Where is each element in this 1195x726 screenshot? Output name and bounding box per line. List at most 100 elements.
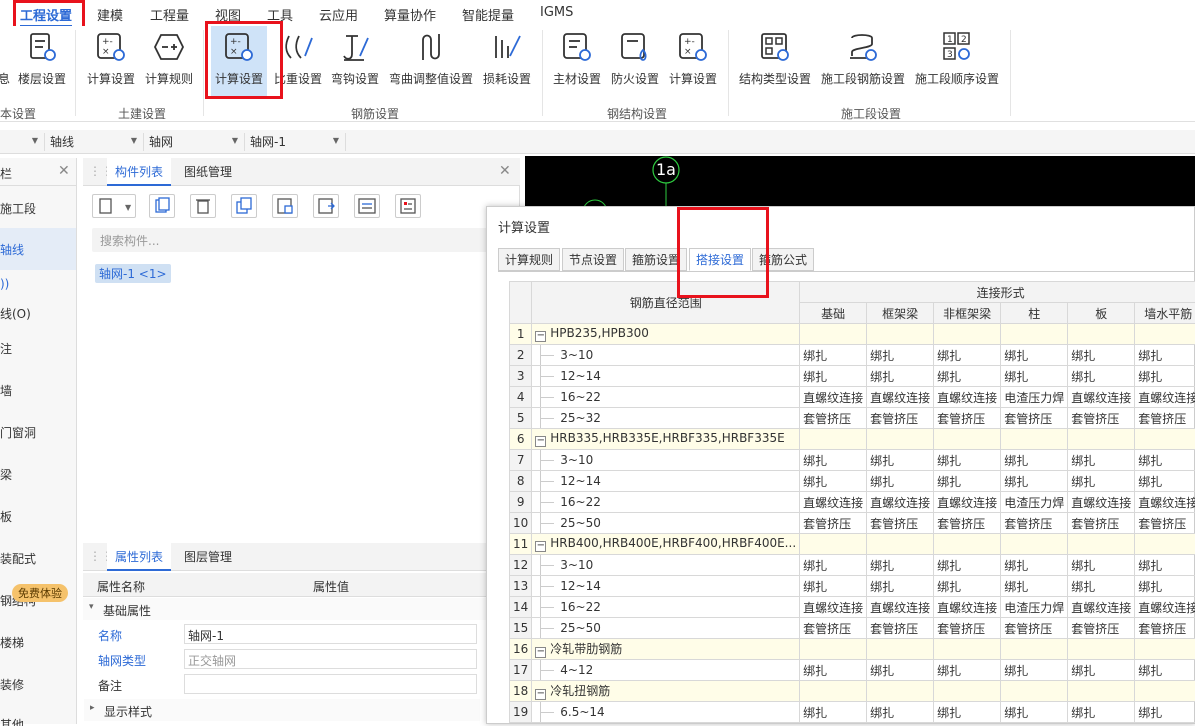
nav-item-column[interactable]: 注 <box>0 340 76 360</box>
connection-type-cell[interactable] <box>1001 429 1068 450</box>
table-row[interactable]: 23~10绑扎绑扎绑扎绑扎绑扎绑扎 <box>510 345 1195 366</box>
connection-type-cell[interactable] <box>867 639 934 660</box>
tab-drawing-management[interactable]: 图纸管理 <box>176 158 240 186</box>
connection-type-cell[interactable]: 绑扎 <box>1135 660 1195 681</box>
civil-calc-settings-button[interactable]: +-× 计算设置 <box>84 26 138 98</box>
connection-type-cell[interactable] <box>1135 639 1195 660</box>
connection-type-cell[interactable]: 直螺纹连接 <box>934 597 1001 618</box>
connection-type-cell[interactable] <box>1135 534 1195 555</box>
menu-smart-extract[interactable]: 智能提量 <box>462 5 514 24</box>
connection-type-cell[interactable]: 绑扎 <box>867 555 934 576</box>
connection-type-cell[interactable]: 绑扎 <box>1135 366 1195 387</box>
connection-type-cell[interactable]: 套管挤压 <box>934 513 1001 534</box>
structure-type-settings-button[interactable]: 结构类型设置 <box>737 26 813 98</box>
connection-type-cell[interactable]: 套管挤压 <box>867 513 934 534</box>
connection-type-cell[interactable]: 绑扎 <box>800 576 867 597</box>
tab-calc-rules[interactable]: 计算规则 <box>498 248 560 271</box>
connection-type-cell[interactable] <box>1068 429 1135 450</box>
connection-type-cell[interactable]: 直螺纹连接 <box>1068 387 1135 408</box>
connection-type-cell[interactable]: 绑扎 <box>934 702 1001 723</box>
table-row[interactable]: 174~12绑扎绑扎绑扎绑扎绑扎绑扎 <box>510 660 1195 681</box>
connection-type-cell[interactable]: 绑扎 <box>1135 576 1195 597</box>
connection-type-cell[interactable]: 套管挤压 <box>1068 618 1135 639</box>
stage-rebar-settings-button[interactable]: 施工段钢筋设置 <box>818 26 908 98</box>
loss-settings-button[interactable]: 损耗设置 <box>480 26 534 98</box>
connection-type-cell[interactable] <box>800 429 867 450</box>
group-label-cell[interactable]: −冷轧带肋钢筋 <box>532 639 800 660</box>
connection-type-cell[interactable]: 绑扎 <box>800 471 867 492</box>
connection-type-cell[interactable] <box>1135 681 1195 702</box>
connection-type-cell[interactable]: 绑扎 <box>934 450 1001 471</box>
group-label-cell[interactable]: −HRB335,HRB335E,HRBF335,HRBF335E <box>532 429 800 450</box>
export-button[interactable] <box>313 194 339 218</box>
diameter-range-cell[interactable]: 25~50 <box>532 618 800 639</box>
connection-type-cell[interactable]: 绑扎 <box>1001 576 1068 597</box>
table-row[interactable]: 1312~14绑扎绑扎绑扎绑扎绑扎绑扎 <box>510 576 1195 597</box>
tab-node-settings[interactable]: 节点设置 <box>562 248 624 271</box>
table-row[interactable]: 16−冷轧带肋钢筋 <box>510 639 1195 660</box>
connection-type-cell[interactable] <box>1068 639 1135 660</box>
connection-type-cell[interactable]: 绑扎 <box>800 660 867 681</box>
property-section-basic[interactable]: ▾ 基础属性 <box>83 598 520 620</box>
nav-item-axis[interactable]: 轴线 <box>0 228 76 270</box>
connection-type-cell[interactable] <box>1001 324 1068 345</box>
close-icon[interactable]: ✕ <box>58 163 70 179</box>
table-row[interactable]: 1416~22直螺纹连接直螺纹连接直螺纹连接电渣压力焊直螺纹连接直螺纹连接 <box>510 597 1195 618</box>
connection-type-cell[interactable]: 套管挤压 <box>800 408 867 429</box>
property-value-input[interactable]: 正交轴网 <box>184 649 477 669</box>
floor-dropdown[interactable]: ▼ <box>0 133 45 151</box>
connection-type-cell[interactable]: 绑扎 <box>867 660 934 681</box>
connection-type-cell[interactable]: 电渣压力焊 <box>1001 492 1068 513</box>
connection-type-cell[interactable]: 直螺纹连接 <box>934 492 1001 513</box>
calc-rules-button[interactable]: 计算规则 <box>142 26 196 98</box>
connection-type-cell[interactable]: 绑扎 <box>1068 555 1135 576</box>
connection-type-cell[interactable]: 绑扎 <box>1135 345 1195 366</box>
collapse-icon[interactable]: − <box>535 541 546 552</box>
connection-type-cell[interactable] <box>867 429 934 450</box>
diameter-range-cell[interactable]: 3~10 <box>532 555 800 576</box>
diameter-range-cell[interactable]: 25~50 <box>532 513 800 534</box>
connection-type-cell[interactable]: 绑扎 <box>867 471 934 492</box>
table-row[interactable]: 1−HPB235,HPB300 <box>510 324 1195 345</box>
connection-type-cell[interactable]: 直螺纹连接 <box>867 597 934 618</box>
floor-settings-button[interactable]: 楼层设置 <box>14 26 70 98</box>
connection-type-cell[interactable]: 直螺纹连接 <box>1068 597 1135 618</box>
table-row[interactable]: 416~22直螺纹连接直螺纹连接直螺纹连接电渣压力焊直螺纹连接直螺纹连接 <box>510 387 1195 408</box>
connection-type-cell[interactable]: 套管挤压 <box>800 618 867 639</box>
close-icon[interactable]: ✕ <box>499 163 511 179</box>
component-list-item[interactable]: 轴网-1 <1> <box>95 264 171 283</box>
collapse-icon[interactable]: − <box>535 436 546 447</box>
connection-type-cell[interactable]: 绑扎 <box>1135 450 1195 471</box>
connection-type-cell[interactable]: 绑扎 <box>1068 576 1135 597</box>
connection-type-cell[interactable]: 直螺纹连接 <box>1135 492 1195 513</box>
import-button[interactable] <box>272 194 298 218</box>
connection-type-cell[interactable]: 套管挤压 <box>1135 408 1195 429</box>
diameter-range-cell[interactable]: 16~22 <box>532 597 800 618</box>
new-component-button[interactable]: ▼ <box>92 194 136 218</box>
nav-item-beam[interactable]: 梁 <box>0 466 76 486</box>
table-row[interactable]: 1525~50套管挤压套管挤压套管挤压套管挤压套管挤压套管挤压 <box>510 618 1195 639</box>
steel-calc-settings-button[interactable]: +-× 计算设置 <box>666 26 720 98</box>
connection-type-cell[interactable] <box>1135 429 1195 450</box>
connection-type-cell[interactable]: 绑扎 <box>1135 471 1195 492</box>
connection-type-cell[interactable]: 套管挤压 <box>1001 513 1068 534</box>
connection-type-cell[interactable]: 套管挤压 <box>1068 408 1135 429</box>
menu-quantity[interactable]: 工程量 <box>150 5 189 24</box>
connection-type-cell[interactable]: 绑扎 <box>1001 471 1068 492</box>
stage-order-settings-button[interactable]: 123 施工段顺序设置 <box>912 26 1002 98</box>
nav-item-other[interactable]: 其他 <box>0 716 76 726</box>
connection-type-cell[interactable] <box>800 681 867 702</box>
connection-type-cell[interactable]: 套管挤压 <box>867 408 934 429</box>
ribbon-info-button[interactable]: 息 <box>0 26 14 98</box>
connection-type-cell[interactable] <box>800 324 867 345</box>
connection-type-cell[interactable]: 直螺纹连接 <box>800 387 867 408</box>
menu-collab[interactable]: 算量协作 <box>384 5 436 24</box>
category-dropdown[interactable]: 轴线▼ <box>46 133 144 151</box>
diameter-range-cell[interactable]: 6.5~14 <box>532 702 800 723</box>
connection-type-cell[interactable]: 绑扎 <box>867 576 934 597</box>
nav-item-slab[interactable]: 板 <box>0 508 76 528</box>
connection-type-cell[interactable]: 绑扎 <box>934 660 1001 681</box>
connection-type-cell[interactable]: 直螺纹连接 <box>800 597 867 618</box>
table-row[interactable]: 6−HRB335,HRB335E,HRBF335,HRBF335E <box>510 429 1195 450</box>
table-row[interactable]: 1025~50套管挤压套管挤压套管挤压套管挤压套管挤压套管挤压 <box>510 513 1195 534</box>
